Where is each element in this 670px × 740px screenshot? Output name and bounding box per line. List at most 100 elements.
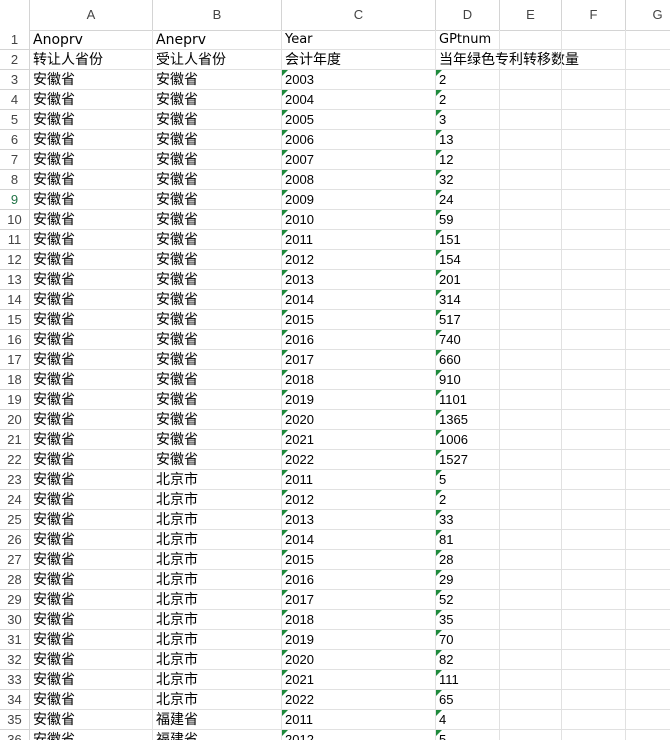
cell-g[interactable] [626, 290, 670, 310]
cell-b[interactable]: 北京市 [153, 690, 282, 710]
cell-d[interactable]: 65 [436, 690, 500, 710]
column-header-a[interactable]: A [30, 0, 153, 30]
cell-e[interactable] [500, 50, 562, 70]
cell-e[interactable] [500, 70, 562, 90]
cell-c[interactable]: 2021 [282, 430, 436, 450]
row-header[interactable]: 22 [0, 450, 30, 470]
cell-f[interactable] [562, 670, 626, 690]
cell-a[interactable]: 安徽省 [30, 90, 153, 110]
cell-e[interactable] [500, 450, 562, 470]
cell-c[interactable]: 2019 [282, 630, 436, 650]
cell-d[interactable]: 2 [436, 490, 500, 510]
cell-a[interactable]: 安徽省 [30, 290, 153, 310]
cell-e[interactable] [500, 110, 562, 130]
cell-c[interactable]: 2004 [282, 90, 436, 110]
cell-d[interactable]: 910 [436, 370, 500, 390]
cell-d[interactable]: 201 [436, 270, 500, 290]
row-header[interactable]: 9 [0, 190, 30, 210]
cell-a[interactable]: 安徽省 [30, 250, 153, 270]
cell-b[interactable]: 安徽省 [153, 250, 282, 270]
cell-e[interactable] [500, 470, 562, 490]
cell-e[interactable] [500, 590, 562, 610]
cell-b[interactable]: 安徽省 [153, 130, 282, 150]
cell-g[interactable] [626, 570, 670, 590]
cell-f[interactable] [562, 270, 626, 290]
cell-a[interactable]: 安徽省 [30, 130, 153, 150]
cell-b[interactable]: 安徽省 [153, 70, 282, 90]
cell-b[interactable]: 安徽省 [153, 170, 282, 190]
cell-g[interactable] [626, 390, 670, 410]
cell-d[interactable]: 32 [436, 170, 500, 190]
cell-f[interactable] [562, 710, 626, 730]
cell-b[interactable]: 北京市 [153, 570, 282, 590]
row-header[interactable]: 20 [0, 410, 30, 430]
cell-g[interactable] [626, 210, 670, 230]
cell-g[interactable] [626, 90, 670, 110]
cell-f[interactable] [562, 730, 626, 740]
cell-e[interactable] [500, 430, 562, 450]
cell-f[interactable] [562, 50, 626, 70]
cell-b[interactable]: 安徽省 [153, 330, 282, 350]
cell-f[interactable] [562, 250, 626, 270]
cell-e[interactable] [500, 630, 562, 650]
cell-c[interactable]: 2003 [282, 70, 436, 90]
spreadsheet-grid[interactable]: A B C D E F G 1 Anoprv Aneprv Year GPtnum 2 转让… [0, 0, 670, 740]
cell-a[interactable]: 安徽省 [30, 410, 153, 430]
row-header[interactable]: 32 [0, 650, 30, 670]
cell-d[interactable]: 517 [436, 310, 500, 330]
cell-f[interactable] [562, 510, 626, 530]
row-header[interactable]: 12 [0, 250, 30, 270]
cell-b[interactable]: 安徽省 [153, 430, 282, 450]
cell-c[interactable]: 2020 [282, 410, 436, 430]
row-header[interactable]: 10 [0, 210, 30, 230]
row-header[interactable]: 30 [0, 610, 30, 630]
cell-c[interactable]: 2009 [282, 190, 436, 210]
cell-c[interactable]: 2010 [282, 210, 436, 230]
cell-g[interactable] [626, 450, 670, 470]
cell-d[interactable]: 1101 [436, 390, 500, 410]
cell-e[interactable] [500, 230, 562, 250]
cell-f[interactable] [562, 70, 626, 90]
cell-b[interactable]: 北京市 [153, 590, 282, 610]
cell-a[interactable]: 安徽省 [30, 170, 153, 190]
cell-g[interactable] [626, 350, 670, 370]
cell-d[interactable]: 当年绿色专利转移数量 [436, 50, 579, 70]
cell-g[interactable] [626, 150, 670, 170]
cell-c[interactable]: Year [282, 30, 436, 50]
cell-e[interactable] [500, 130, 562, 150]
cell-e[interactable] [500, 730, 562, 740]
row-header[interactable]: 16 [0, 330, 30, 350]
row-header[interactable]: 33 [0, 670, 30, 690]
cell-a[interactable]: 安徽省 [30, 330, 153, 350]
cell-e[interactable] [500, 710, 562, 730]
cell-f[interactable] [562, 230, 626, 250]
cell-f[interactable] [562, 410, 626, 430]
select-all-corner[interactable] [0, 0, 30, 30]
cell-c[interactable]: 2017 [282, 590, 436, 610]
cell-a[interactable]: 安徽省 [30, 430, 153, 450]
cell-b[interactable]: 安徽省 [153, 290, 282, 310]
row-header[interactable]: 5 [0, 110, 30, 130]
cell-d[interactable]: 52 [436, 590, 500, 610]
cell-d[interactable]: 33 [436, 510, 500, 530]
cell-d[interactable]: 28 [436, 550, 500, 570]
cell-d[interactable]: 12 [436, 150, 500, 170]
cell-f[interactable] [562, 210, 626, 230]
cell-e[interactable] [500, 690, 562, 710]
cell-b[interactable]: 北京市 [153, 470, 282, 490]
cell-a[interactable]: 安徽省 [30, 550, 153, 570]
cell-g[interactable] [626, 370, 670, 390]
cell-d[interactable]: 151 [436, 230, 500, 250]
cell-f[interactable] [562, 590, 626, 610]
cell-a[interactable]: 安徽省 [30, 350, 153, 370]
cell-b[interactable]: 安徽省 [153, 450, 282, 470]
cell-f[interactable] [562, 570, 626, 590]
cell-a[interactable]: 安徽省 [30, 730, 153, 740]
cell-f[interactable] [562, 370, 626, 390]
cell-c[interactable]: 2022 [282, 690, 436, 710]
cell-e[interactable] [500, 250, 562, 270]
cell-d[interactable]: 111 [436, 670, 500, 690]
cell-f[interactable] [562, 430, 626, 450]
cell-b[interactable]: Aneprv [153, 30, 282, 50]
column-header-c[interactable]: C [282, 0, 436, 30]
